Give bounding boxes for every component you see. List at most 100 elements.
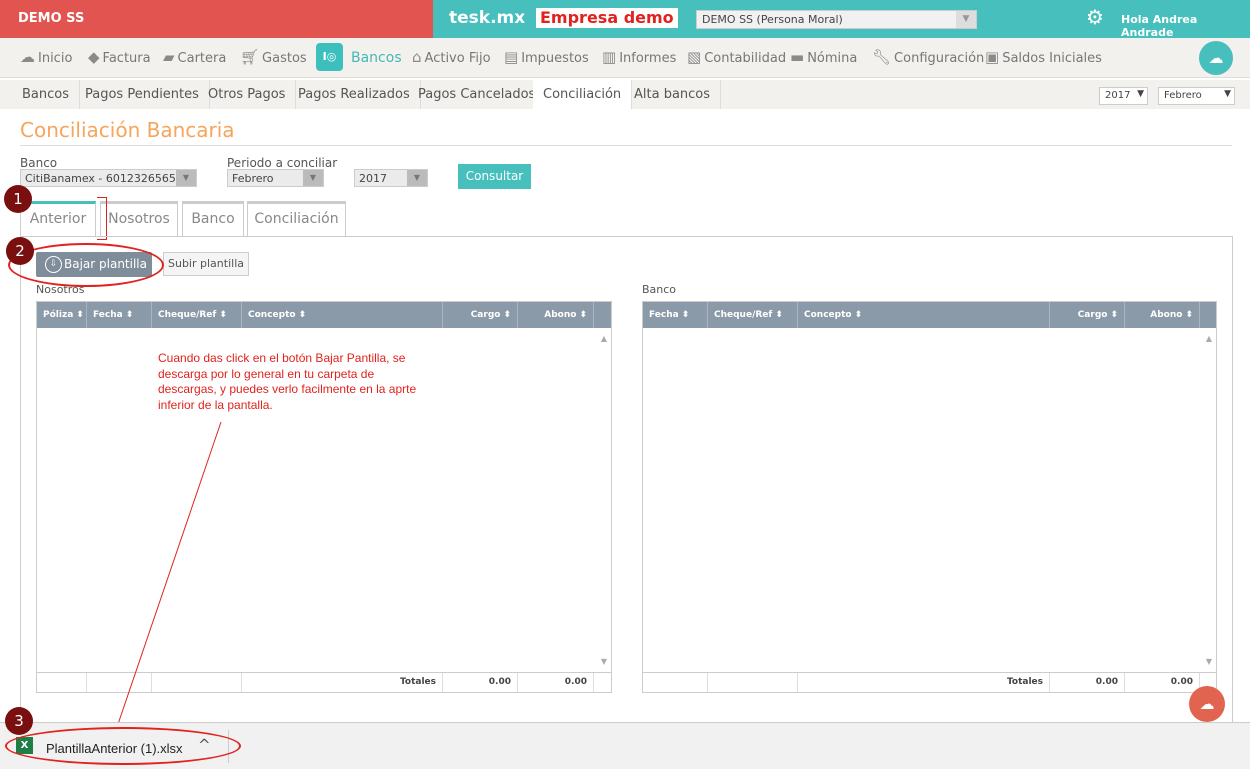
menu-bancos[interactable]: Bancos: [351, 50, 402, 66]
year-select[interactable]: 2017 ▼: [1099, 87, 1148, 105]
sort-icon: ⬍: [298, 310, 307, 320]
subtab-bancos[interactable]: Bancos: [12, 80, 80, 109]
cloud-icon: ☁: [20, 48, 35, 66]
scroll-up-icon[interactable]: ▲: [601, 334, 607, 343]
totals-label: Totales: [242, 673, 443, 692]
col-fecha[interactable]: Fecha ⬍: [643, 302, 708, 328]
sort-icon: ⬍: [775, 310, 783, 320]
scroll-down-icon[interactable]: ▼: [601, 657, 607, 666]
card-icon: ▬: [790, 48, 805, 66]
footer-cell: [87, 673, 152, 692]
bank-label: Banco: [20, 156, 58, 170]
company-name: DEMO SS: [18, 11, 85, 26]
footer-cell: [37, 673, 87, 692]
subtab-pagos-cancelados[interactable]: Pagos Cancelados: [408, 80, 547, 109]
annotation-text: Cuando das click en el botón Bajar Panti…: [158, 351, 417, 412]
sort-icon: ⬍: [219, 310, 227, 320]
upload-template-button[interactable]: Subir plantilla: [163, 252, 249, 276]
wallet-icon: ▰: [163, 48, 175, 66]
subtab-pagos-pendientes[interactable]: Pagos Pendientes: [75, 80, 210, 109]
brand-logo[interactable]: tesk.mx: [449, 8, 525, 28]
menu-nomina[interactable]: ▬ Nómina: [790, 48, 857, 66]
chevron-down-icon: ▼: [956, 11, 976, 28]
tag-icon: ◆: [88, 48, 100, 66]
cargo-total: 0.00: [1050, 673, 1125, 692]
menu-contabilidad[interactable]: ▧ Contabilidad: [687, 48, 786, 66]
col-concepto[interactable]: Concepto ⬍: [242, 302, 443, 328]
col-concepto[interactable]: Concepto ⬍: [798, 302, 1050, 328]
house-icon: ⌂: [412, 48, 422, 66]
cloud-icon[interactable]: ☁: [1189, 686, 1225, 722]
tab-conciliacion[interactable]: Conciliación: [247, 201, 346, 237]
tab-banco[interactable]: Banco: [182, 201, 244, 237]
sort-icon: ⬍: [125, 310, 134, 320]
menu-gastos[interactable]: 🛒︎ Gastos: [240, 48, 307, 66]
col-poliza[interactable]: Póliza ⬍: [37, 302, 87, 328]
grid-banco: Fecha ⬍ Cheque/Ref ⬍ Concepto ⬍ Cargo ⬍ Abon…: [642, 301, 1217, 693]
month-select[interactable]: Febrero ▼: [1158, 87, 1235, 105]
subtab-pagos-realizados[interactable]: Pagos Realizados: [288, 80, 421, 109]
chevron-down-icon: ▼: [303, 170, 323, 186]
grid-footer: Totales 0.00 0.00: [37, 672, 611, 692]
grid-header: Póliza ⬍ Fecha ⬍ Cheque/Ref ⬍ Concepto ⬍ Car…: [37, 302, 611, 328]
balance-icon: ▣: [985, 48, 1000, 66]
company-select[interactable]: DEMO SS (Persona Moral) ▼: [696, 10, 977, 29]
page-title: Conciliación Bancaria: [20, 118, 235, 142]
highlight-box: [97, 197, 107, 240]
consult-button[interactable]: Consultar: [458, 164, 531, 189]
divider: [20, 145, 1232, 146]
main-menu: ☁ Inicio ◆ Factura ▰ Cartera 🛒︎ Gastos Banco…: [0, 38, 1250, 78]
grid-footer: Totales 0.00 0.00: [643, 672, 1216, 692]
col-cargo[interactable]: Cargo ⬍: [1050, 302, 1125, 328]
scroll-up-icon[interactable]: ▲: [1206, 334, 1212, 343]
grid-left-title: Nosotros: [36, 283, 85, 296]
subtab-conciliacion[interactable]: Conciliación: [533, 80, 633, 109]
col-cargo[interactable]: Cargo ⬍: [443, 302, 518, 328]
company-select-value: DEMO SS (Persona Moral): [702, 13, 843, 26]
footer-cell: [152, 673, 242, 692]
cloud-icon[interactable]: ☁: [1199, 41, 1233, 75]
totals-label: Totales: [798, 673, 1050, 692]
tab-anterior[interactable]: Anterior: [20, 201, 96, 237]
sort-icon: ⬍: [503, 310, 511, 320]
grid-header: Fecha ⬍ Cheque/Ref ⬍ Concepto ⬍ Cargo ⬍ Abon…: [643, 302, 1216, 328]
sort-icon: ⬍: [1110, 310, 1118, 320]
subtab-alta-bancos[interactable]: Alta bancos: [624, 80, 722, 109]
col-abono[interactable]: Abono ⬍: [1125, 302, 1200, 328]
menu-cartera[interactable]: ▰ Cartera: [163, 48, 226, 66]
menu-activo-fijo[interactable]: ⌂ Activo Fijo: [412, 48, 491, 66]
chevron-down-icon: ▼: [1137, 89, 1144, 99]
col-fecha[interactable]: Fecha ⬍: [87, 302, 152, 328]
sort-icon: ⬍: [854, 310, 863, 320]
period-month-select[interactable]: Febrero ▼: [227, 169, 324, 187]
user-greeting[interactable]: Hola Andrea Andrade: [1121, 13, 1250, 39]
step-marker: 1: [4, 185, 32, 213]
menu-informes[interactable]: ▥ Informes: [602, 48, 676, 66]
menu-inicio[interactable]: ☁ Inicio: [20, 48, 72, 66]
scroll-down-icon[interactable]: ▼: [1206, 657, 1212, 666]
demo-badge: Empresa demo: [536, 8, 678, 28]
abono-total: 0.00: [518, 673, 594, 692]
menu-factura[interactable]: ◆ Factura: [88, 48, 151, 66]
col-abono[interactable]: Abono ⬍: [518, 302, 594, 328]
sort-icon: ⬍: [681, 310, 690, 320]
col-cheque-ref[interactable]: Cheque/Ref ⬍: [708, 302, 798, 328]
col-cheque-ref[interactable]: Cheque/Ref ⬍: [152, 302, 242, 328]
highlight-oval: [5, 727, 241, 765]
sort-icon: ⬍: [579, 310, 587, 320]
bank-select[interactable]: CitiBanamex - 6012326565 ▼: [20, 169, 197, 187]
grid-right-title: Banco: [642, 283, 677, 296]
menu-saldos-iniciales[interactable]: ▣ Saldos Iniciales: [985, 48, 1102, 66]
safe-icon[interactable]: I◎: [316, 43, 343, 71]
menu-impuestos[interactable]: ▤ Impuestos: [504, 48, 589, 66]
period-year-select[interactable]: 2017 ▼: [354, 169, 428, 187]
wrench-icon: 🔧︎: [872, 48, 892, 66]
tab-nosotros[interactable]: Nosotros: [100, 201, 178, 237]
subtab-otros-pagos[interactable]: Otros Pagos: [198, 80, 297, 109]
sort-icon: ⬍: [1185, 310, 1193, 320]
subtabs-bar: Bancos Pagos Pendientes Otros Pagos Pago…: [0, 80, 1250, 109]
gear-icon[interactable]: ⚙: [1086, 5, 1104, 29]
menu-configuracion[interactable]: 🔧︎ Configuración: [872, 48, 984, 66]
abono-total: 0.00: [1125, 673, 1200, 692]
footer-cell: [708, 673, 798, 692]
